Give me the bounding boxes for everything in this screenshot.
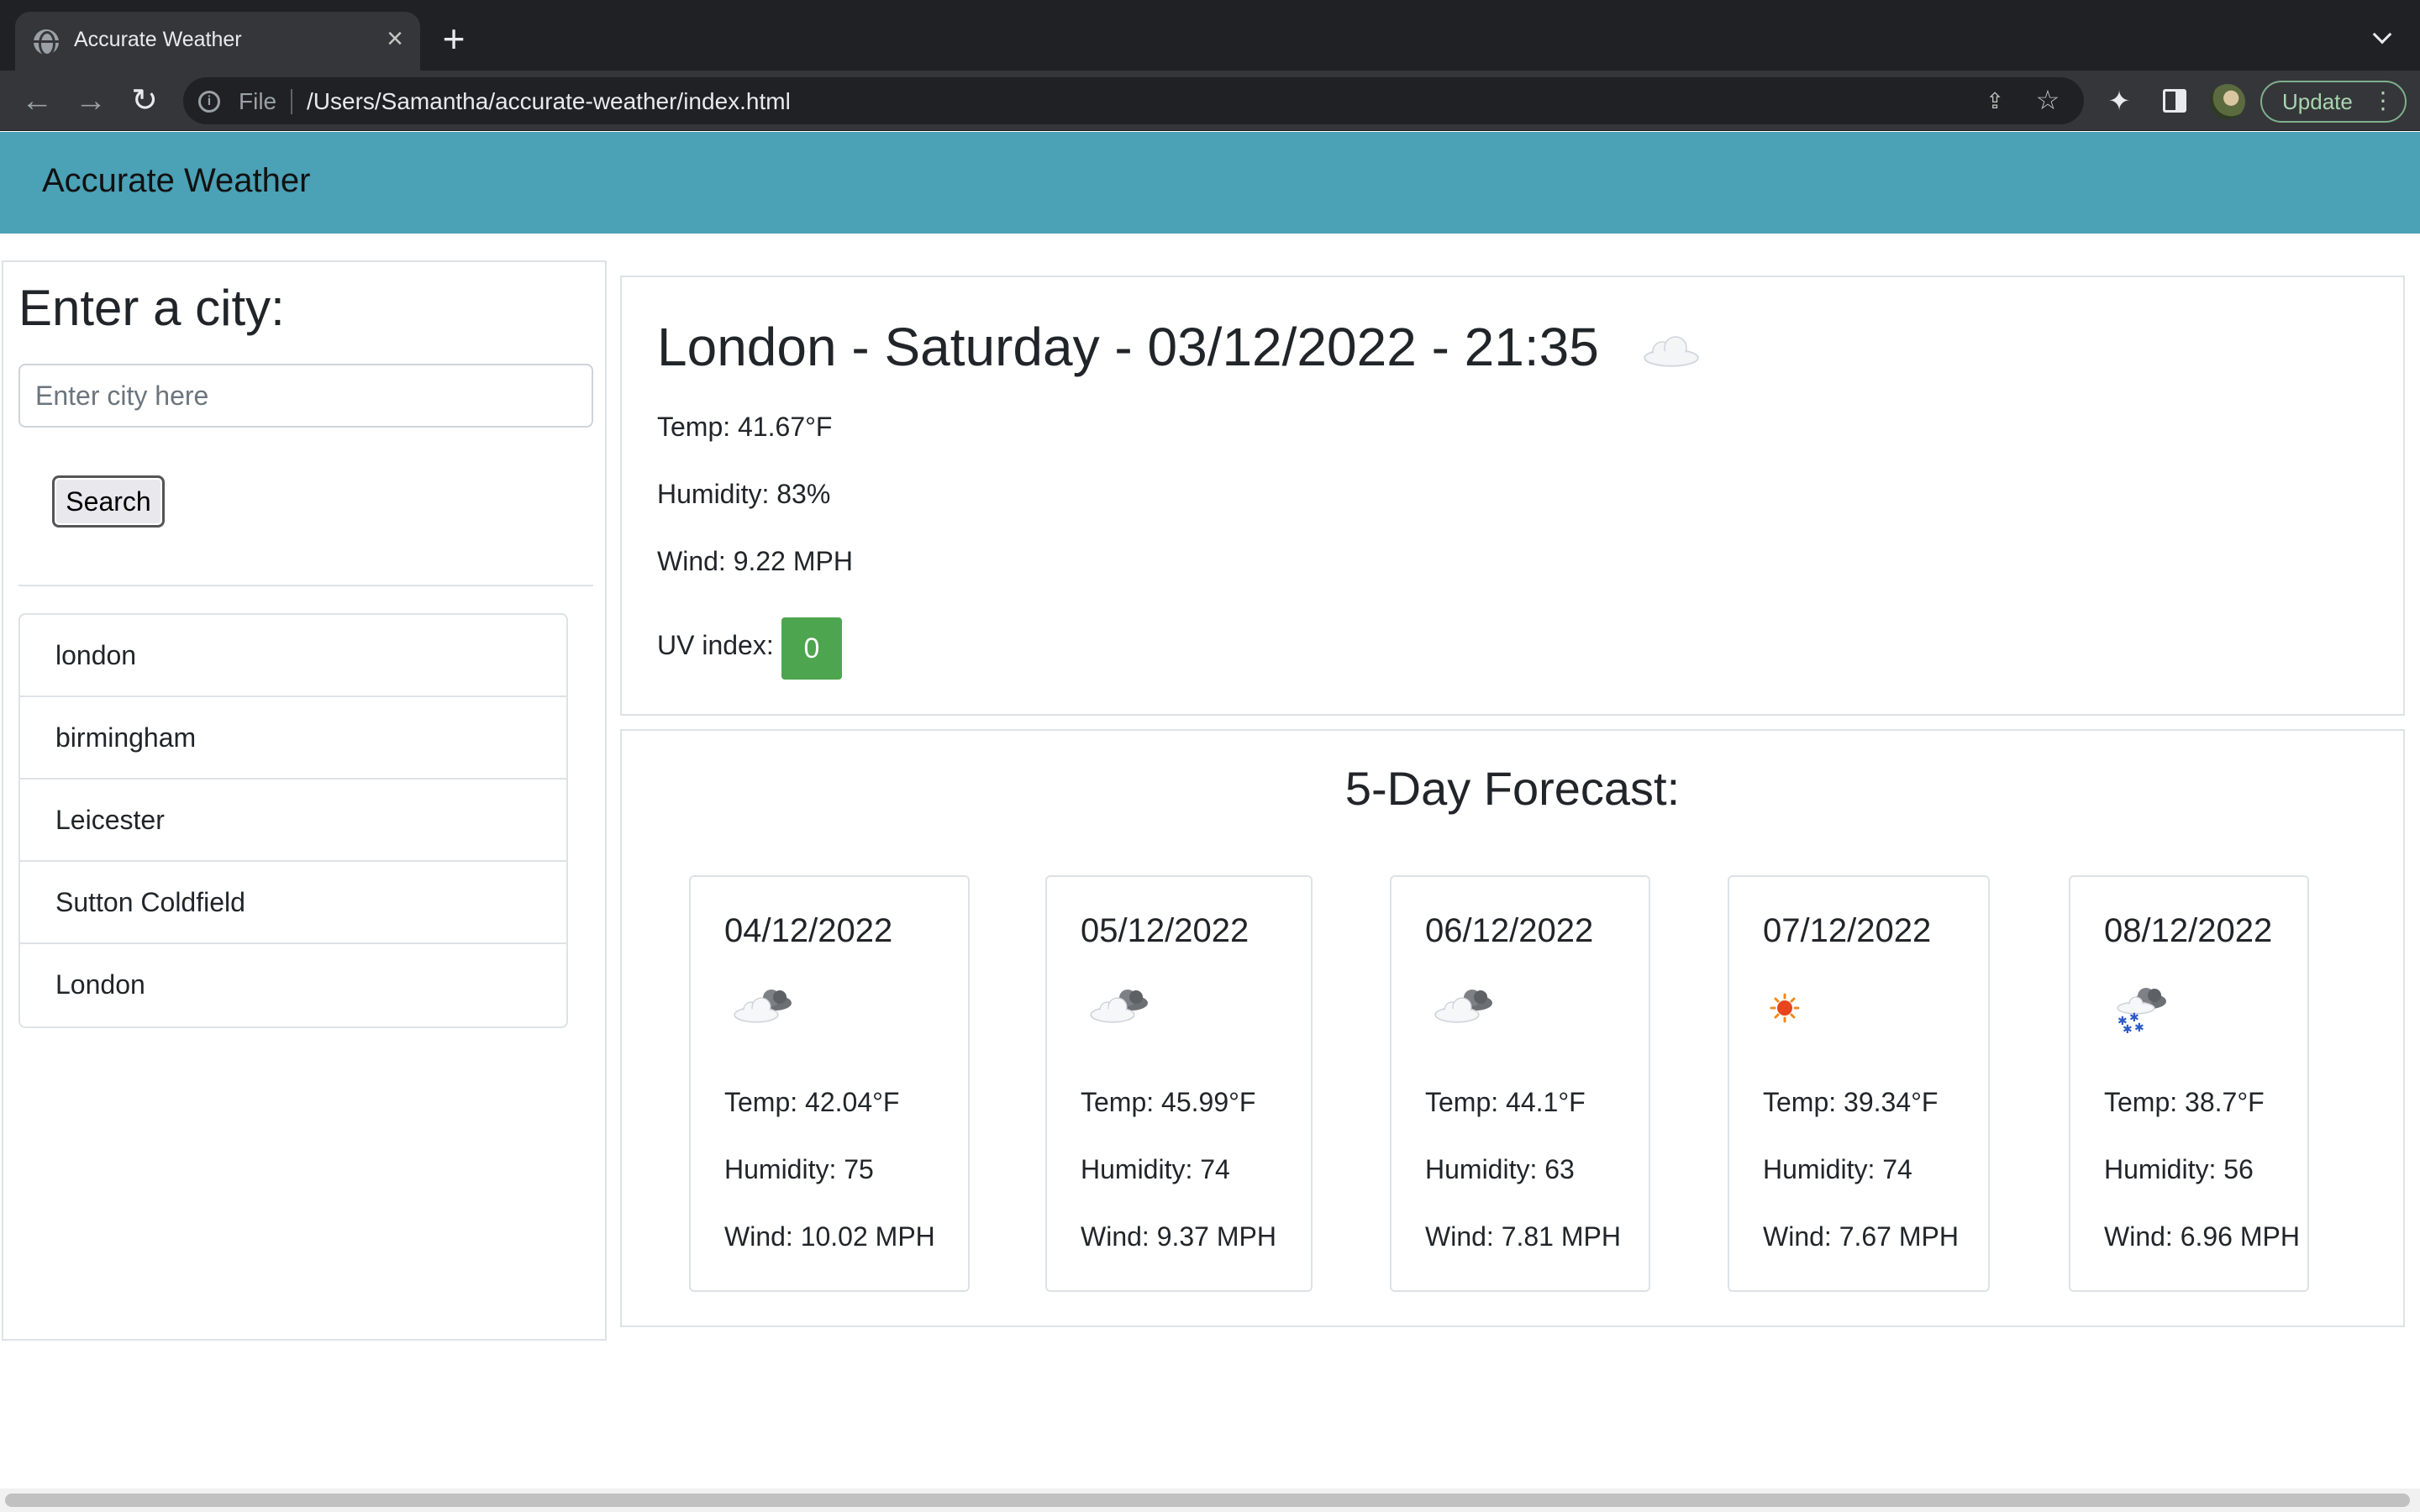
svg-text:✱: ✱: [2123, 1023, 2133, 1035]
history-item[interactable]: birmingham: [20, 697, 566, 780]
info-icon[interactable]: i: [198, 91, 220, 113]
brand-title: Accurate Weather: [42, 162, 311, 199]
close-icon[interactable]: ×: [380, 24, 410, 54]
update-button[interactable]: Update ⋮: [2260, 81, 2407, 123]
cloud-icon: [1644, 336, 1699, 367]
forecast-humidity: Humidity: 74: [1763, 1154, 1912, 1184]
broken-clouds-icon: [1434, 990, 1492, 1023]
avatar[interactable]: [2210, 84, 2245, 119]
address-bar[interactable]: i File /Users/Samantha/accurate-weather/…: [183, 77, 2084, 124]
forecast-wind: Wind: 7.67 MPH: [1763, 1221, 1959, 1252]
forecast-card: 06/12/2022 Temp: 44.1°F Humidity: 63 Win…: [1390, 875, 1650, 1292]
current-wind: Wind: 9.22 MPH: [657, 546, 853, 576]
uv-index-badge: 0: [781, 617, 842, 680]
forecast-temp: Temp: 38.7°F: [2104, 1087, 2265, 1117]
extensions-icon[interactable]: ✦: [2104, 86, 2134, 116]
forecast-temp: Temp: 44.1°F: [1425, 1087, 1586, 1117]
browser-tab-strip: Accurate Weather × +: [0, 0, 2420, 71]
divider: [18, 585, 593, 586]
search-button[interactable]: Search: [52, 475, 165, 528]
forecast-humidity: Humidity: 75: [724, 1154, 874, 1184]
broken-clouds-icon: [734, 990, 792, 1023]
current-temp: Temp: 41.67°F: [657, 412, 833, 442]
star-icon[interactable]: ☆: [2035, 87, 2060, 113]
forecast-wind: Wind: 6.96 MPH: [2104, 1221, 2300, 1252]
url-separator: [291, 89, 292, 114]
more-vert-icon[interactable]: ⋮: [2371, 82, 2395, 119]
history-item[interactable]: London: [20, 944, 566, 1026]
svg-text:✱: ✱: [2134, 1021, 2144, 1035]
history-item[interactable]: london: [20, 615, 566, 697]
forecast-date: 07/12/2022: [1763, 912, 1932, 949]
history-item[interactable]: Leicester: [20, 780, 566, 862]
horizontal-scrollbar[interactable]: [0, 1488, 2420, 1512]
side-panel-icon[interactable]: [2163, 89, 2186, 113]
chevron-down-icon[interactable]: [2370, 25, 2395, 50]
forecast-card: 04/12/2022 Temp: 42.04°F Humidity: 75 Wi…: [689, 875, 970, 1292]
url-scheme: File: [239, 88, 277, 114]
forecast-card: 05/12/2022 Temp: 45.99°F Humidity: 74 Wi…: [1045, 875, 1313, 1292]
search-panel: Enter a city: Search london birmingham L…: [2, 260, 607, 1341]
broken-clouds-icon: [1090, 990, 1148, 1023]
forecast-date: 06/12/2022: [1425, 912, 1594, 949]
snow-icon: ✱ ✱ ✱ ✱: [2117, 988, 2166, 1035]
update-label: Update: [2282, 89, 2353, 114]
forecast-wind: Wind: 7.81 MPH: [1425, 1221, 1621, 1252]
forecast-temp: Temp: 42.04°F: [724, 1087, 900, 1117]
forecast-date: 05/12/2022: [1081, 912, 1249, 949]
forecast-temp: Temp: 39.34°F: [1763, 1087, 1939, 1117]
search-history-list: london birmingham Leicester Sutton Coldf…: [18, 613, 568, 1028]
uv-label: UV index:: [657, 630, 774, 660]
url-text[interactable]: /Users/Samantha/accurate-weather/index.h…: [307, 88, 791, 115]
new-tab-button[interactable]: +: [437, 19, 471, 58]
city-input[interactable]: [18, 364, 593, 428]
current-humidity: Humidity: 83%: [657, 479, 831, 509]
search-heading: Enter a city:: [18, 280, 285, 336]
tab-title: Accurate Weather: [74, 28, 242, 51]
forecast-temp: Temp: 45.99°F: [1081, 1087, 1256, 1117]
forecast-panel: 5-Day Forecast: 04/12/2022 Temp: 42.04°F…: [620, 729, 2405, 1327]
back-arrow-icon[interactable]: ←: [18, 82, 55, 119]
page-header: Accurate Weather: [0, 132, 2420, 234]
forecast-card: 08/12/2022 ✱ ✱ ✱ ✱ Temp: 38.7°F Humidity…: [2069, 875, 2309, 1292]
reload-icon[interactable]: ↻: [126, 82, 163, 119]
browser-tab[interactable]: Accurate Weather ×: [15, 12, 420, 71]
forecast-date: 04/12/2022: [724, 912, 893, 949]
browser-toolbar: ← → ↻ i File /Users/Samantha/accurate-we…: [0, 71, 2420, 131]
forward-arrow-icon[interactable]: →: [72, 82, 109, 119]
current-title: London - Saturday - 03/12/2022 - 21:35: [657, 317, 1599, 377]
scrollbar-thumb[interactable]: [5, 1494, 2410, 1507]
forecast-humidity: Humidity: 56: [2104, 1154, 2254, 1184]
forecast-card: 07/12/2022 Temp: 39.34°F Humidity: 74 Wi…: [1728, 875, 1990, 1292]
forecast-wind: Wind: 9.37 MPH: [1081, 1221, 1276, 1252]
forecast-humidity: Humidity: 74: [1081, 1154, 1230, 1184]
forecast-date: 08/12/2022: [2104, 912, 2273, 949]
current-weather-panel: London - Saturday - 03/12/2022 - 21:35 T…: [620, 276, 2405, 716]
sun-icon: [1770, 993, 1800, 1023]
history-item[interactable]: Sutton Coldfield: [20, 862, 566, 944]
forecast-heading: 5-Day Forecast:: [1344, 762, 1681, 815]
share-icon[interactable]: ⇪: [1983, 89, 2007, 113]
forecast-wind: Wind: 10.02 MPH: [724, 1221, 935, 1252]
forecast-humidity: Humidity: 63: [1425, 1154, 1575, 1184]
globe-icon: [34, 29, 59, 56]
